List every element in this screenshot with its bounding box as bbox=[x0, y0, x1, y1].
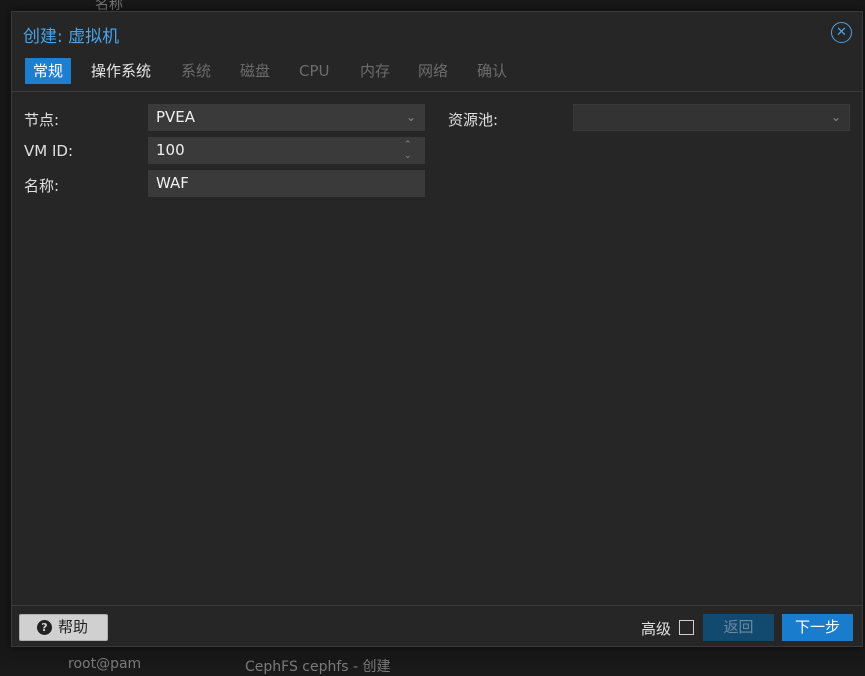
vmid-label: VM ID: bbox=[24, 142, 73, 160]
tab-general[interactable]: 常规 bbox=[25, 58, 72, 84]
vmid-stepper[interactable]: 100 ⌃ ⌄ bbox=[148, 137, 425, 164]
back-button[interactable]: 返回 bbox=[703, 614, 774, 641]
wizard-tabs: 常规 操作系统 系统 磁盘 CPU 内存 网络 确认 bbox=[12, 56, 862, 92]
background-text: CephFS cephfs - 创建 bbox=[245, 659, 391, 675]
node-select[interactable]: PVEA ⌄ bbox=[148, 104, 425, 131]
question-icon: ? bbox=[37, 620, 52, 635]
advanced-label: 高级 bbox=[641, 620, 672, 638]
next-button[interactable]: 下一步 bbox=[782, 614, 853, 641]
spinner[interactable]: ⌃ ⌄ bbox=[404, 140, 416, 161]
close-button[interactable]: ✕ bbox=[831, 22, 852, 43]
tab-confirm[interactable]: 确认 bbox=[469, 58, 515, 84]
tab-memory[interactable]: 内存 bbox=[352, 58, 398, 84]
dialog-titlebar: 创建: 虚拟机 ✕ bbox=[12, 12, 862, 54]
tab-cpu[interactable]: CPU bbox=[291, 58, 338, 84]
chevron-up-icon[interactable]: ⌃ bbox=[404, 140, 416, 150]
name-value: WAF bbox=[156, 174, 189, 192]
pool-label: 资源池: bbox=[448, 111, 499, 129]
node-value: PVEA bbox=[156, 108, 196, 126]
create-vm-dialog: 创建: 虚拟机 ✕ 常规 操作系统 系统 磁盘 CPU 内存 网络 确认 节点:… bbox=[11, 11, 863, 647]
dialog-title: 创建: 虚拟机 bbox=[23, 27, 120, 47]
tab-disk[interactable]: 磁盘 bbox=[232, 58, 278, 84]
name-label: 名称: bbox=[24, 177, 60, 195]
node-label: 节点: bbox=[24, 111, 60, 129]
footer-divider bbox=[12, 605, 862, 606]
pool-select[interactable]: ⌄ bbox=[573, 104, 850, 131]
advanced-checkbox[interactable] bbox=[679, 620, 694, 635]
help-label: 帮助 bbox=[58, 618, 89, 636]
tab-network[interactable]: 网络 bbox=[410, 58, 456, 84]
name-input[interactable]: WAF bbox=[148, 170, 425, 197]
tab-os[interactable]: 操作系统 bbox=[83, 58, 159, 84]
chevron-down-icon[interactable]: ⌄ bbox=[406, 105, 416, 130]
vmid-value: 100 bbox=[156, 141, 185, 159]
chevron-down-icon[interactable]: ⌄ bbox=[404, 151, 416, 161]
background-text: root@pam bbox=[68, 656, 142, 672]
help-button[interactable]: ? 帮助 bbox=[19, 614, 108, 641]
tab-system[interactable]: 系统 bbox=[173, 58, 219, 84]
close-icon: ✕ bbox=[836, 25, 847, 40]
chevron-down-icon[interactable]: ⌄ bbox=[831, 105, 841, 130]
